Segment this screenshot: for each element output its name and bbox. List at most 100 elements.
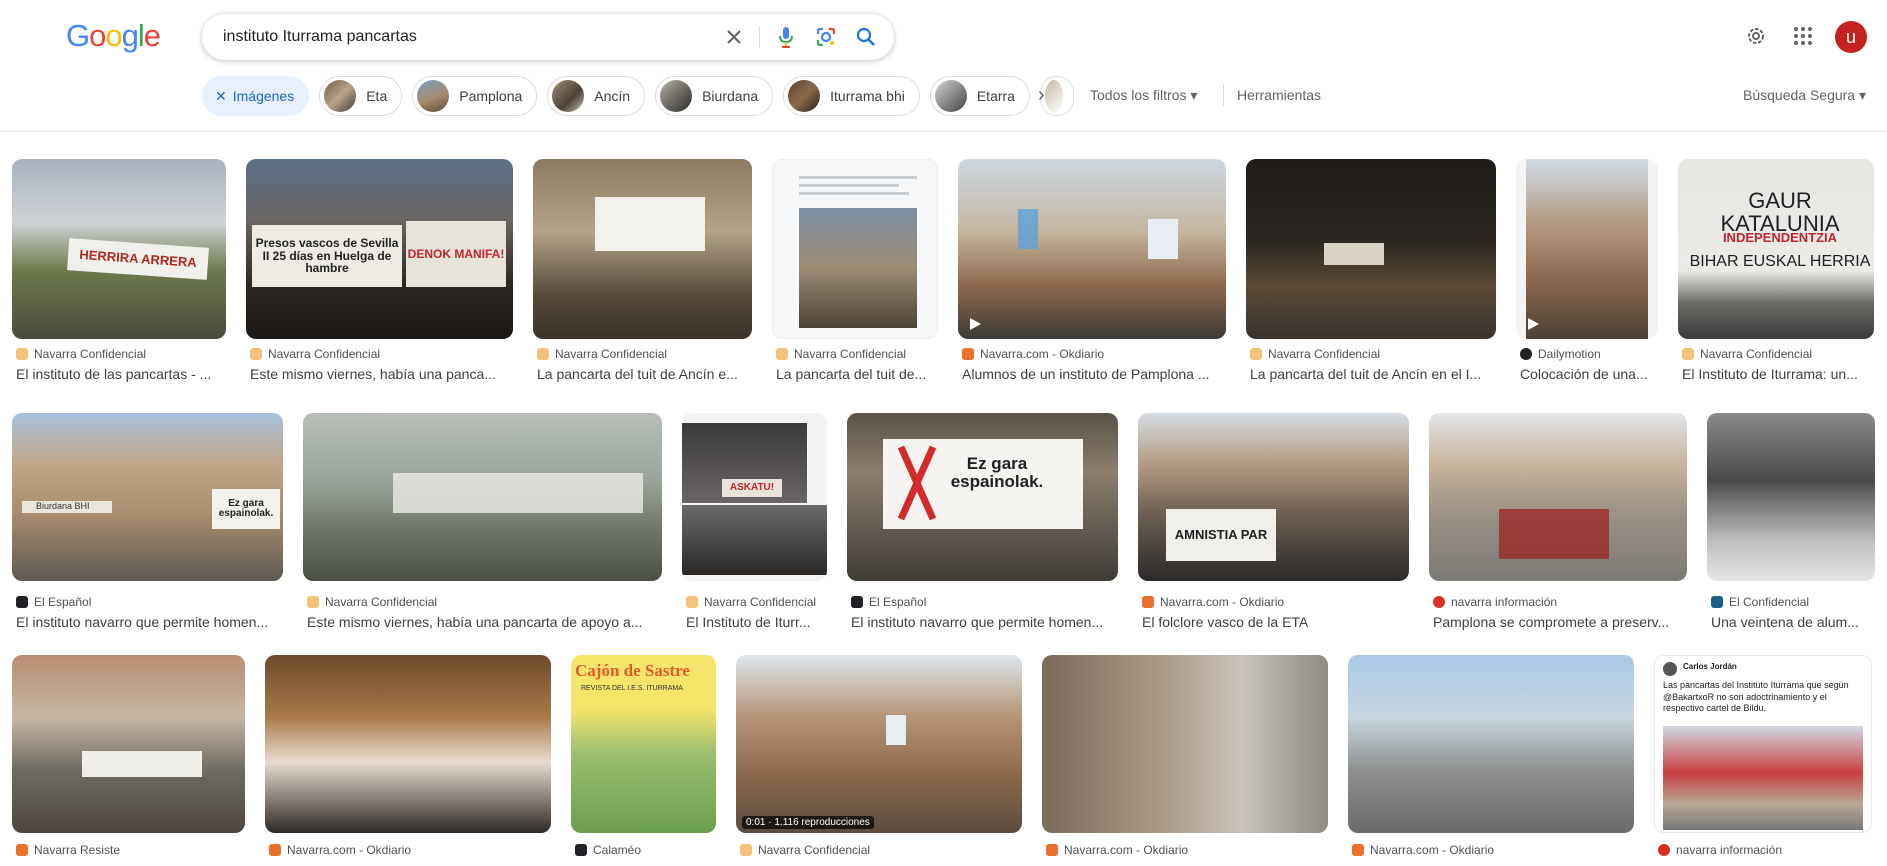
result-tile[interactable]: AMNISTIA PAR Navarra.com - Okdiario El f… xyxy=(1138,413,1409,637)
result-tile[interactable]: Navarra.com - Okdiario xyxy=(1042,655,1328,866)
result-source[interactable]: Navarra.com - Okdiario xyxy=(962,347,1226,361)
result-tile[interactable]: Carlos Jordán Las pancartas del Institut… xyxy=(1654,655,1872,866)
chip-images[interactable]: ✕ Imágenes xyxy=(202,76,310,116)
result-tile[interactable]: Navarra.com - Okdiario xyxy=(1348,655,1634,866)
result-image[interactable] xyxy=(12,655,245,833)
microphone-icon[interactable] xyxy=(772,23,800,51)
result-image[interactable] xyxy=(958,159,1226,339)
result-image[interactable]: ASKATU! xyxy=(682,413,827,581)
result-image[interactable]: 0:01 · 1.116 reproducciones xyxy=(736,655,1022,833)
result-tile[interactable]: ASKATU! Navarra Confidencial El Institut… xyxy=(682,413,827,637)
avatar[interactable]: u xyxy=(1835,21,1867,53)
result-tile[interactable]: Dailymotion Colocación de una... xyxy=(1516,159,1658,389)
result-title[interactable]: Pamplona se compromete a preserv... xyxy=(1433,614,1687,630)
result-source[interactable]: Navarra.com - Okdiario xyxy=(1352,843,1634,857)
chip-partial[interactable] xyxy=(1039,76,1074,116)
result-image[interactable]: Biurdana BHI Ez gara espainolak. xyxy=(12,413,283,581)
result-tile[interactable]: navarra información Pamplona se comprome… xyxy=(1429,413,1687,637)
clear-icon[interactable] xyxy=(720,23,748,51)
result-image[interactable] xyxy=(1707,413,1875,581)
result-source[interactable]: navarra información xyxy=(1658,843,1872,857)
result-image[interactable] xyxy=(1516,159,1658,339)
result-source[interactable]: navarra información xyxy=(1433,595,1687,609)
result-image[interactable] xyxy=(1246,159,1496,339)
result-source[interactable]: Navarra.com - Okdiario xyxy=(1046,843,1328,857)
result-image[interactable]: Carlos Jordán Las pancartas del Institut… xyxy=(1654,655,1872,833)
settings-gear-icon[interactable] xyxy=(1741,21,1771,51)
result-title[interactable]: La pancarta del tuit de... xyxy=(776,366,938,382)
google-logo[interactable]: Google xyxy=(66,18,161,54)
chip-iturrama-bhi[interactable]: Iturrama bhi xyxy=(783,76,920,116)
result-source[interactable]: El Confidencial xyxy=(1711,595,1875,609)
chip-pamplona[interactable]: Pamplona xyxy=(412,76,538,116)
result-tile[interactable]: Navarra Confidencial La pancarta del tui… xyxy=(772,159,938,389)
result-source[interactable]: Navarra Confidencial xyxy=(1250,347,1496,361)
result-tile[interactable]: GAUR KATALUNIA INDEPENDENTZIA BIHAR EUSK… xyxy=(1678,159,1874,389)
lens-icon[interactable] xyxy=(812,23,840,51)
result-title[interactable]: La pancarta del tuit de Ancín en el I... xyxy=(1250,366,1496,382)
search-box[interactable]: instituto Iturrama pancartas xyxy=(202,14,894,60)
tools-button[interactable]: Herramientas xyxy=(1237,87,1321,103)
result-tile[interactable]: Navarra Resiste xyxy=(12,655,245,866)
result-image[interactable]: Ez gara espainolak. xyxy=(847,413,1118,581)
result-source[interactable]: Navarra Confidencial xyxy=(16,347,226,361)
search-input[interactable]: instituto Iturrama pancartas xyxy=(223,28,417,46)
result-title[interactable]: El Instituto de Iturrama: un... xyxy=(1682,366,1874,382)
result-image[interactable] xyxy=(1429,413,1687,581)
close-icon[interactable]: ✕ xyxy=(215,88,227,105)
all-filters-dropdown[interactable]: Todos los filtros ▾ xyxy=(1090,87,1197,104)
safesearch-dropdown[interactable]: Búsqueda Segura ▾ xyxy=(1743,87,1866,104)
result-image[interactable]: Cajón de Sastre REVISTA DEL I.E.S. ITURR… xyxy=(571,655,716,833)
result-source[interactable]: Navarra.com - Okdiario xyxy=(1142,595,1409,609)
result-source[interactable]: Navarra Confidencial xyxy=(1682,347,1874,361)
result-tile[interactable]: Presos vascos de Sevilla II 25 días en H… xyxy=(246,159,513,389)
result-image[interactable]: HERRIRA ARRERA xyxy=(12,159,226,339)
result-tile[interactable]: Biurdana BHI Ez gara espainolak. El Espa… xyxy=(12,413,283,637)
result-source[interactable]: Navarra Confidencial xyxy=(776,347,938,361)
result-title[interactable]: La pancarta del tuit de Ancín e... xyxy=(537,366,752,382)
result-tile[interactable]: El Confidencial Una veintena de alum... xyxy=(1707,413,1875,637)
result-source[interactable]: Navarra Confidencial xyxy=(686,595,827,609)
result-source[interactable]: Navarra Confidencial xyxy=(250,347,513,361)
result-tile[interactable]: Navarra.com - Okdiario xyxy=(265,655,551,866)
result-title[interactable]: El instituto navarro que permite homen..… xyxy=(851,614,1118,630)
result-title[interactable]: El folclore vasco de la ETA xyxy=(1142,614,1409,630)
result-tile[interactable]: Navarra Confidencial Este mismo viernes,… xyxy=(303,413,662,637)
result-image[interactable] xyxy=(533,159,752,339)
result-image[interactable] xyxy=(772,159,938,339)
chip-etarra[interactable]: Etarra xyxy=(929,76,1030,116)
result-image[interactable]: GAUR KATALUNIA INDEPENDENTZIA BIHAR EUSK… xyxy=(1678,159,1874,339)
chevron-right-icon[interactable]: › xyxy=(1038,84,1045,107)
result-title[interactable]: Este mismo viernes, había una pancarta d… xyxy=(307,614,662,630)
chip-eta[interactable]: Eta xyxy=(319,76,403,116)
result-title[interactable]: El instituto de las pancartas - ... xyxy=(16,366,226,382)
result-title[interactable]: Este mismo viernes, había una panca... xyxy=(250,366,513,382)
result-source[interactable]: Navarra Resiste xyxy=(16,843,245,857)
result-tile[interactable]: Navarra.com - Okdiario Alumnos de un ins… xyxy=(958,159,1226,389)
result-image[interactable]: Presos vascos de Sevilla II 25 días en H… xyxy=(246,159,513,339)
result-title[interactable]: Colocación de una... xyxy=(1520,366,1658,382)
result-image[interactable] xyxy=(303,413,662,581)
result-image[interactable]: AMNISTIA PAR xyxy=(1138,413,1409,581)
result-image[interactable] xyxy=(1348,655,1634,833)
apps-grid-icon[interactable] xyxy=(1788,21,1818,51)
result-source[interactable]: Dailymotion xyxy=(1520,347,1658,361)
result-tile[interactable]: Navarra Confidencial La pancarta del tui… xyxy=(533,159,752,389)
result-tile[interactable]: Cajón de Sastre REVISTA DEL I.E.S. ITURR… xyxy=(571,655,716,866)
result-title[interactable]: El Instituto de Iturr... xyxy=(686,614,827,630)
result-image[interactable] xyxy=(265,655,551,833)
result-source[interactable]: Calaméo xyxy=(575,843,716,857)
result-image[interactable] xyxy=(1042,655,1328,833)
result-source[interactable]: Navarra Confidencial xyxy=(740,843,1022,857)
result-source[interactable]: El Español xyxy=(16,595,283,609)
chip-ancin[interactable]: Ancín xyxy=(547,76,646,116)
result-source[interactable]: Navarra Confidencial xyxy=(537,347,752,361)
result-tile[interactable]: Ez gara espainolak. El Español El instit… xyxy=(847,413,1118,637)
result-title[interactable]: El instituto navarro que permite homen..… xyxy=(16,614,283,630)
result-source[interactable]: Navarra.com - Okdiario xyxy=(269,843,551,857)
result-source[interactable]: El Español xyxy=(851,595,1118,609)
result-title[interactable]: Alumnos de un instituto de Pamplona ... xyxy=(962,366,1226,382)
search-icon[interactable] xyxy=(852,23,880,51)
result-tile[interactable]: HERRIRA ARRERA Navarra Confidencial El i… xyxy=(12,159,226,389)
result-title[interactable]: Una veintena de alum... xyxy=(1711,614,1875,630)
